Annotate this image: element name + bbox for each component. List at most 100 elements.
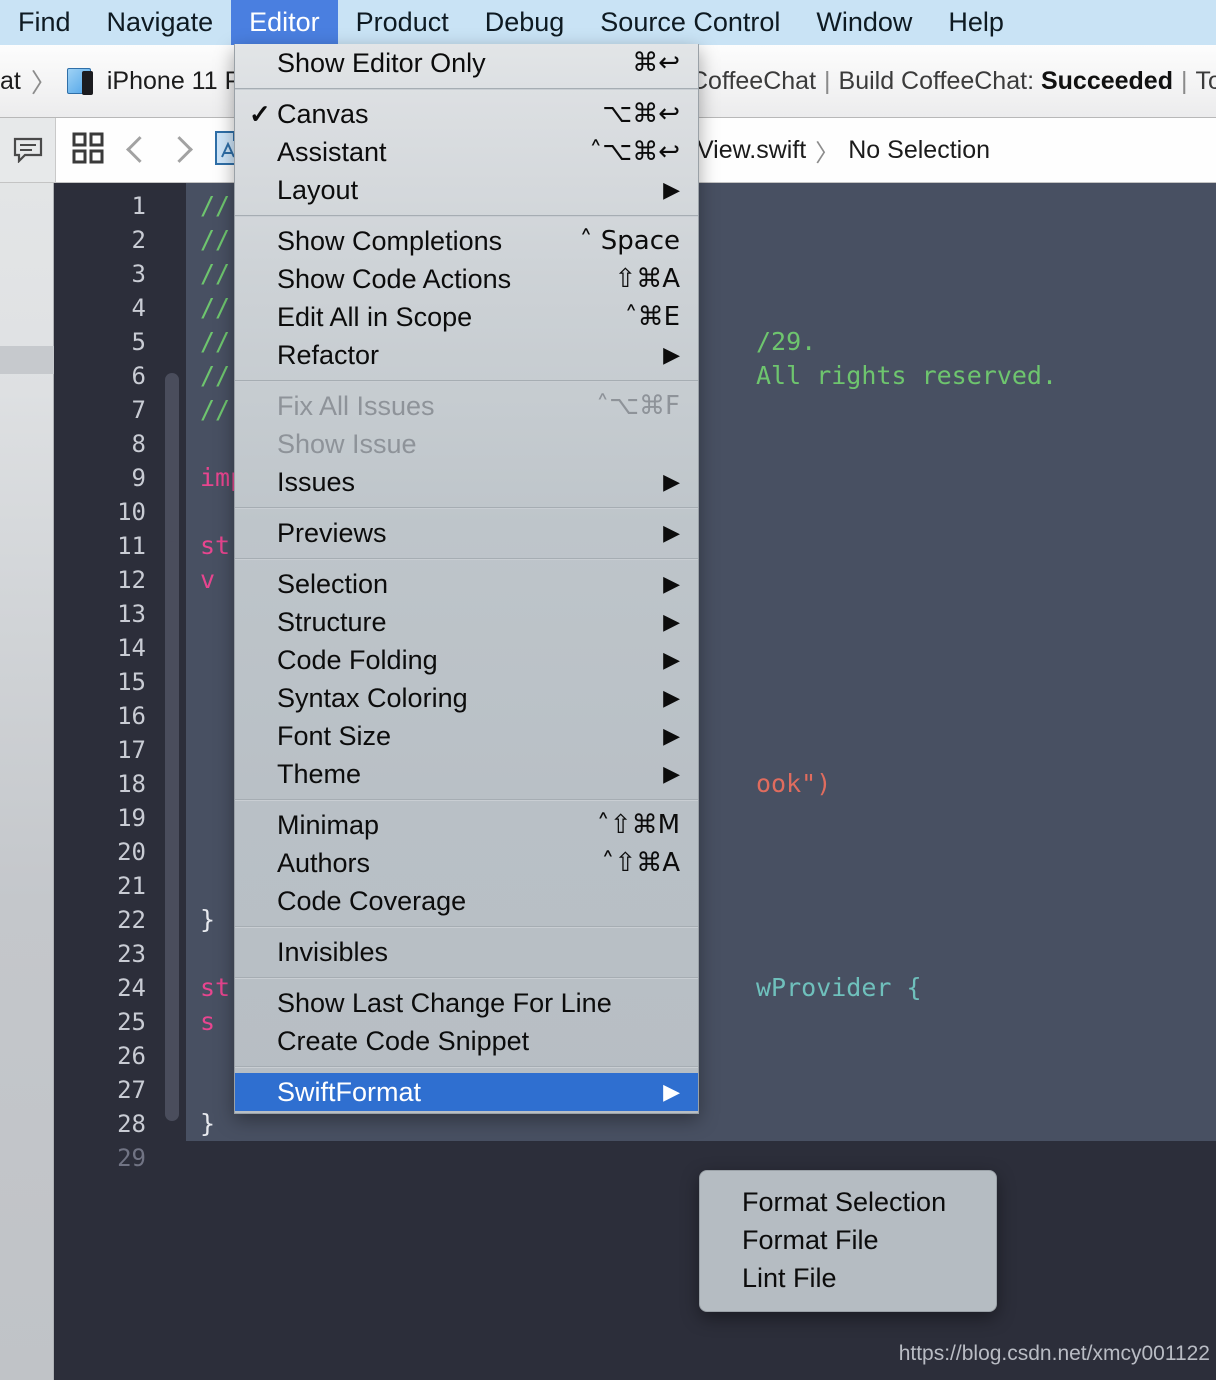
menubar-item-debug[interactable]: Debug xyxy=(467,0,583,45)
jump-bar-file-name[interactable]: tView.swift xyxy=(690,136,806,165)
line-number: 28 xyxy=(117,1110,146,1138)
scheme-breadcrumb[interactable]: at 〉 iPhone 11 Pro xyxy=(0,61,263,101)
navigator-divider xyxy=(0,346,54,374)
code-token: /29. xyxy=(756,327,817,356)
line-number: 10 xyxy=(117,498,146,526)
submenu-item-format-selection[interactable]: Format Selection xyxy=(700,1183,996,1221)
simulator-device-icon xyxy=(66,67,97,95)
menu-item-theme[interactable]: Theme ▶ xyxy=(235,755,698,793)
menu-item-invisibles[interactable]: Invisibles xyxy=(235,933,698,971)
jump-bar-selection[interactable]: No Selection xyxy=(848,136,990,165)
menu-item-layout[interactable]: Layout ▶ xyxy=(235,171,698,209)
menu-item-previews[interactable]: Previews ▶ xyxy=(235,514,698,552)
menu-item-canvas[interactable]: ✓ Canvas ⌥⌘↩ xyxy=(235,95,698,133)
menu-item-show-code-actions[interactable]: Show Code Actions ⇧⌘A xyxy=(235,260,698,298)
device-phone xyxy=(81,71,93,95)
menu-item-shortcut: ˄ Space xyxy=(579,226,681,256)
checkmark-icon: ✓ xyxy=(249,98,271,129)
comment-balloon-icon[interactable] xyxy=(0,118,56,182)
submenu-item-lint-file[interactable]: Lint File xyxy=(700,1259,996,1297)
menubar-item-find[interactable]: Find xyxy=(0,0,89,45)
menu-item-show-issue: Show Issue xyxy=(235,425,698,463)
menu-item-label: Authors xyxy=(277,847,371,878)
line-number: 16 xyxy=(117,702,146,730)
submenu-arrow-icon: ▶ xyxy=(663,685,680,710)
menubar-item-navigate[interactable]: Navigate xyxy=(89,0,232,45)
code-token: s xyxy=(200,1007,216,1036)
chevron-right-icon[interactable] xyxy=(170,133,192,167)
status-action: Build CoffeeChat: xyxy=(838,66,1035,95)
menubar-item-editor[interactable]: Editor xyxy=(231,0,338,45)
code-token: // xyxy=(200,395,231,424)
menu-separator xyxy=(235,977,698,978)
menu-item-authors[interactable]: Authors ˄⇧⌘A xyxy=(235,844,698,882)
menu-item-label: Font Size xyxy=(277,720,392,751)
menu-item-label: Refactor xyxy=(277,339,380,370)
menu-item-shortcut: ˄⌥⌘↩ xyxy=(589,137,680,167)
jump-bar-breadcrumb[interactable]: tView.swift 〉 No Selection xyxy=(690,118,990,182)
menu-separator xyxy=(235,926,698,927)
menu-item-edit-all-in-scope[interactable]: Edit All in Scope ˄⌘E xyxy=(235,298,698,336)
scheme-name-partial[interactable]: at xyxy=(0,67,21,96)
code-fold-ribbon[interactable] xyxy=(158,183,186,1380)
activity-status-bar[interactable]: CoffeeChat | Build CoffeeChat: Succeeded… xyxy=(690,61,1216,101)
editor-dropdown-menu[interactable]: Show Editor Only ⌘↩ ✓ Canvas ⌥⌘↩ Assistant ˄⌥⌘… xyxy=(234,44,699,1114)
menu-item-shortcut: ⌘↩ xyxy=(632,48,680,78)
menubar-item-help[interactable]: Help xyxy=(930,0,1022,45)
line-number: 8 xyxy=(131,430,146,458)
menu-item-swiftformat[interactable]: SwiftFormat ▶ xyxy=(235,1073,698,1111)
menu-item-show-editor-only[interactable]: Show Editor Only ⌘↩ xyxy=(235,44,698,82)
code-token: ook") xyxy=(756,769,832,798)
menu-item-syntax-coloring[interactable]: Syntax Coloring ▶ xyxy=(235,679,698,717)
menu-item-selection[interactable]: Selection ▶ xyxy=(235,565,698,603)
line-number: 22 xyxy=(117,906,146,934)
menubar-item-source-control[interactable]: Source Control xyxy=(582,0,798,45)
menu-separator xyxy=(235,380,698,381)
line-number: 27 xyxy=(117,1076,146,1104)
menu-item-shortcut: ⌥⌘↩ xyxy=(602,99,680,129)
menu-item-code-coverage[interactable]: Code Coverage xyxy=(235,882,698,920)
menu-item-font-size[interactable]: Font Size ▶ xyxy=(235,717,698,755)
menu-item-assistant[interactable]: Assistant ˄⌥⌘↩ xyxy=(235,133,698,171)
menu-item-structure[interactable]: Structure ▶ xyxy=(235,603,698,641)
menu-separator xyxy=(235,88,698,89)
menu-item-show-completions[interactable]: Show Completions ˄ Space xyxy=(235,222,698,260)
swiftformat-submenu[interactable]: Format Selection Format File Lint File xyxy=(699,1170,997,1312)
related-items-grid-icon[interactable] xyxy=(72,132,104,169)
line-number: 17 xyxy=(117,736,146,764)
code-token: All rights reserved. xyxy=(756,361,1058,390)
line-number: 29 xyxy=(117,1144,146,1172)
line-number: 6 xyxy=(131,362,146,390)
menubar-item-product[interactable]: Product xyxy=(338,0,467,45)
submenu-arrow-icon: ▶ xyxy=(663,469,680,494)
menu-item-label: SwiftFormat xyxy=(277,1076,422,1107)
code-token: } xyxy=(200,905,216,934)
menu-item-shortcut: ˄⌘E xyxy=(624,302,680,332)
chevron-left-icon[interactable] xyxy=(126,133,148,167)
line-number-gutter: 1 2 3 4 5 6 7 8 9 10 11 12 13 14 15 16 17 18 19 20 21 22 23 24 2… xyxy=(55,183,158,1380)
application-menu-bar[interactable]: Find Navigate Editor Product Debug Source Con… xyxy=(0,0,1216,45)
comment-balloon-glyph xyxy=(13,137,42,163)
menu-item-label: Canvas xyxy=(277,98,369,129)
menu-separator xyxy=(235,799,698,800)
menu-item-minimap[interactable]: Minimap ˄⇧⌘M xyxy=(235,806,698,844)
menubar-item-window[interactable]: Window xyxy=(798,0,930,45)
menu-item-create-code-snippet[interactable]: Create Code Snippet xyxy=(235,1022,698,1060)
menu-item-label: Syntax Coloring xyxy=(277,682,468,713)
line-number: 25 xyxy=(117,1008,146,1036)
menu-separator xyxy=(235,507,698,508)
menu-item-issues[interactable]: Issues ▶ xyxy=(235,463,698,501)
menu-item-label: Fix All Issues xyxy=(277,390,435,421)
menu-item-code-folding[interactable]: Code Folding ▶ xyxy=(235,641,698,679)
submenu-arrow-icon: ▶ xyxy=(663,571,680,596)
breadcrumb-separator-icon: 〉 xyxy=(815,139,840,167)
submenu-item-format-file[interactable]: Format File xyxy=(700,1221,996,1259)
status-result: Succeeded xyxy=(1040,66,1173,95)
line-number: 1 xyxy=(131,192,146,220)
project-navigator-sidebar[interactable] xyxy=(0,183,54,1380)
menu-item-label: Issues xyxy=(277,466,356,497)
menu-item-show-last-change-for-line[interactable]: Show Last Change For Line xyxy=(235,984,698,1022)
line-number: 18 xyxy=(117,770,146,798)
menu-item-label: Theme xyxy=(277,758,362,789)
menu-item-refactor[interactable]: Refactor ▶ xyxy=(235,336,698,374)
